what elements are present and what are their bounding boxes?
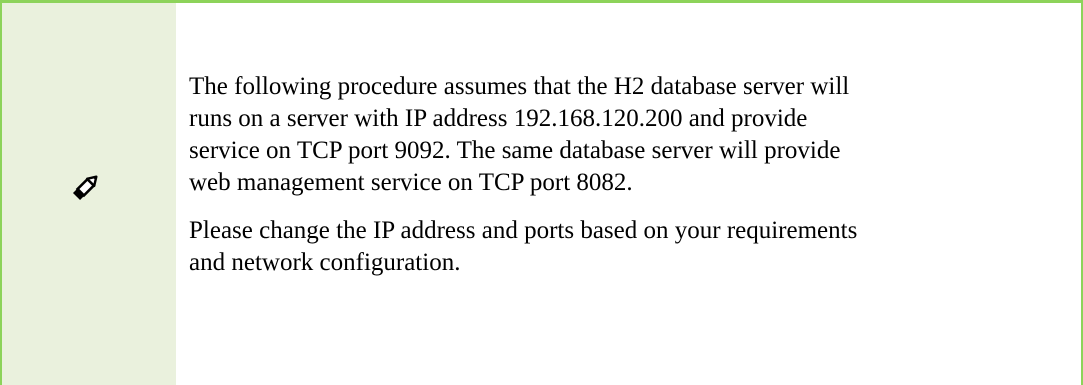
note-icon-column bbox=[2, 3, 176, 385]
paragraph-1-line-3: service on TCP port 9092. The same datab… bbox=[189, 137, 841, 164]
note-content: The following procedure assumes that the… bbox=[176, 3, 1081, 385]
note-callout: The following procedure assumes that the… bbox=[0, 0, 1083, 385]
paragraph-2-line-2: and network configuration. bbox=[189, 249, 461, 276]
pencil-icon bbox=[72, 175, 98, 201]
paragraph-1-line-1: The following procedure assumes that the… bbox=[189, 73, 850, 100]
note-paragraph-1: The following procedure assumes that the… bbox=[189, 71, 1041, 199]
paragraph-2-line-1: Please change the IP address and ports b… bbox=[189, 217, 858, 244]
paragraph-1-line-4: web management service on TCP port 8082. bbox=[189, 169, 633, 196]
note-paragraph-2: Please change the IP address and ports b… bbox=[189, 215, 1041, 279]
paragraph-1-line-2: runs on a server with IP address 192.168… bbox=[189, 105, 808, 132]
